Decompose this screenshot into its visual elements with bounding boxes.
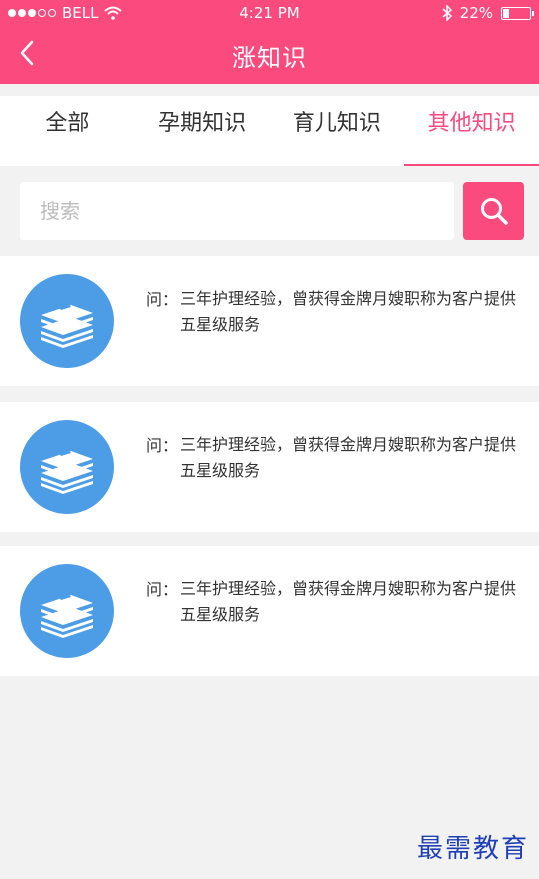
- book-stack-icon: [20, 564, 114, 658]
- search-icon: [480, 198, 508, 225]
- search-input[interactable]: [20, 182, 454, 240]
- question-text: 三年护理经验，曾获得金牌月嫂职称为客户提供五星级服务: [180, 289, 517, 334]
- tab-pregnancy[interactable]: 孕期知识: [135, 96, 270, 166]
- list-item[interactable]: 问： 三年护理经验，曾获得金牌月嫂职称为客户提供五星级服务: [0, 546, 539, 676]
- status-right: 22%: [442, 4, 534, 22]
- battery-percent: 22%: [459, 4, 493, 22]
- watermark: 最需教育: [416, 834, 529, 864]
- battery-level: [503, 8, 510, 18]
- tab-other[interactable]: 其他知识: [404, 96, 539, 166]
- category-tabs: 全部 孕期知识 育儿知识 其他知识: [0, 96, 539, 166]
- question-text: 三年护理经验，曾获得金牌月嫂职称为客户提供五星级服务: [180, 435, 517, 480]
- battery-icon: [501, 6, 534, 20]
- tab-all[interactable]: 全部: [0, 96, 135, 166]
- book-stack-icon: [20, 420, 114, 514]
- question-text: 三年护理经验，曾获得金牌月嫂职称为客户提供五星级服务: [180, 579, 517, 624]
- bluetooth-icon: [442, 5, 452, 21]
- list-item[interactable]: 问： 三年护理经验，曾获得金牌月嫂职称为客户提供五星级服务: [0, 256, 539, 386]
- page-title: 涨知识: [232, 44, 307, 72]
- question-label: 问：: [146, 290, 179, 309]
- question-label: 问：: [146, 580, 179, 599]
- tab-parenting[interactable]: 育儿知识: [270, 96, 405, 166]
- list-item[interactable]: 问： 三年护理经验，曾获得金牌月嫂职称为客户提供五星级服务: [0, 402, 539, 532]
- status-bar: BELL 4:21 PM 22%: [0, 0, 539, 26]
- book-stack-icon: [20, 274, 114, 368]
- question-label: 问：: [146, 436, 179, 455]
- search-button[interactable]: [463, 182, 524, 240]
- search-bar: [0, 166, 539, 254]
- top-bar: BELL 4:21 PM 22% 涨知识: [0, 0, 539, 84]
